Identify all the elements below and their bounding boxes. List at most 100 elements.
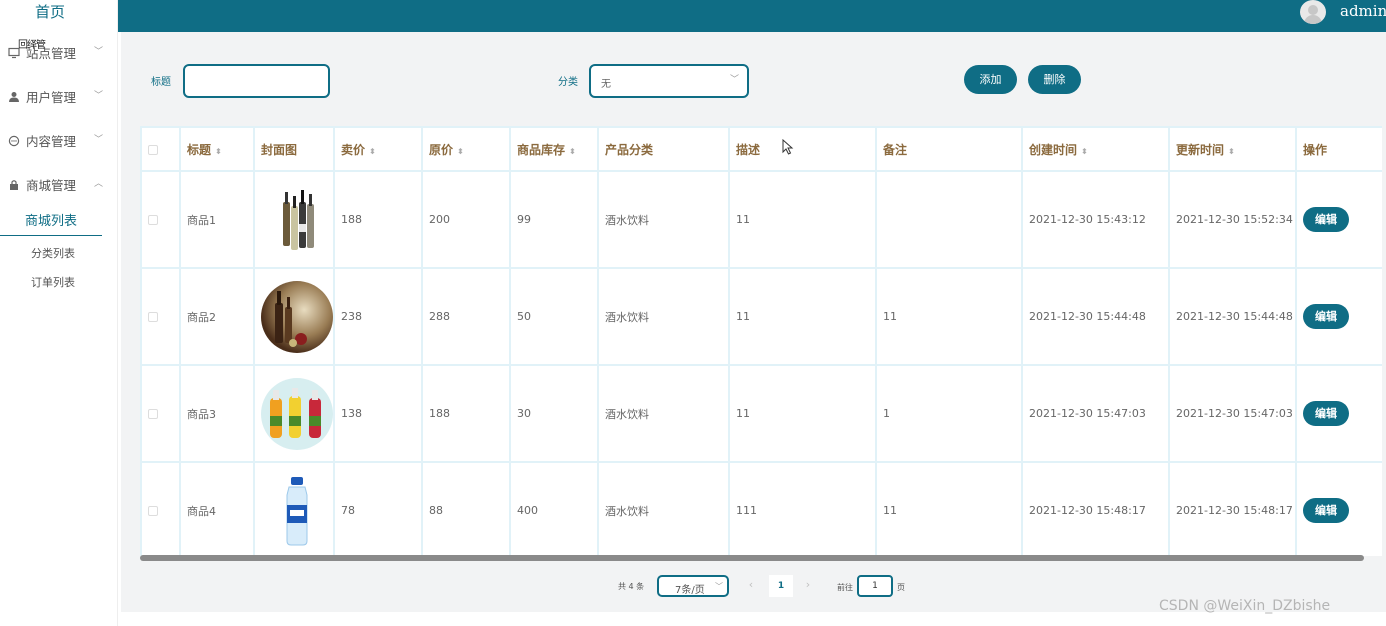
product-table: 标题 ⬍ 封面图 卖价 ⬍ 原价 ⬍ 商品库存 ⬍ 产品分类 描述 备注 创建时间 ⬍ 更… xyxy=(140,126,1382,556)
monitor-icon xyxy=(8,47,20,59)
cell-actions: 编辑 xyxy=(1295,170,1382,269)
home-link[interactable]: 首页 xyxy=(0,0,100,24)
cell-actions: 编辑 xyxy=(1295,364,1382,463)
watermark: CSDN @WeiXin_DZbishe xyxy=(1159,598,1331,614)
menu-label: 站点管理 xyxy=(26,46,77,61)
menu-content-management[interactable]: 内容管理 ﹀ xyxy=(0,130,118,154)
submenu-shop-list[interactable]: 商城列表 xyxy=(0,210,102,236)
chevron-up-icon: ︿ xyxy=(94,179,104,189)
cell-title: 商品2 xyxy=(179,267,255,366)
menu-shop-management[interactable]: 商城管理 ︿ xyxy=(0,174,118,198)
cell-stock: 30 xyxy=(509,364,599,463)
pagination-total: 共 4 条 xyxy=(618,582,645,591)
cell-note: 1 xyxy=(875,364,1023,463)
cell-note: 11 xyxy=(875,267,1023,366)
col-header-original[interactable]: 原价 ⬍ xyxy=(421,126,511,172)
col-header-stock[interactable]: 商品库存 ⬍ xyxy=(509,126,599,172)
wine-bottles-image xyxy=(261,183,333,256)
page-number-current[interactable]: 1 xyxy=(769,575,793,597)
sort-icon[interactable]: ⬍ xyxy=(215,147,222,156)
table-row: 商品4 78 88 400 酒水饮料 111 11 2021-12-30 15:… xyxy=(140,461,1382,556)
col-header-created[interactable]: 创建时间 ⬍ xyxy=(1021,126,1170,172)
cell-created: 2021-12-30 15:44:48 xyxy=(1021,267,1170,366)
cell-actions: 编辑 xyxy=(1295,267,1382,366)
wine-painting-image xyxy=(261,280,333,353)
table-row: 商品2 238 288 50 酒水饮料 11 11 2021-12-30 15:… xyxy=(140,267,1382,366)
cell-price: 238 xyxy=(333,267,423,366)
table-row: 商品1 188 200 99 酒水饮料 11 2021-12-30 15:43:… xyxy=(140,170,1382,269)
water-bottle-image xyxy=(261,474,333,547)
cell-original: 200 xyxy=(421,170,511,269)
category-filter-label: 分类 xyxy=(558,77,578,88)
row-select-cell[interactable] xyxy=(140,364,181,463)
category-select-value: 无 xyxy=(601,79,611,90)
chevron-down-icon: ﹀ xyxy=(715,582,723,591)
col-header-price[interactable]: 卖价 ⬍ xyxy=(333,126,423,172)
sort-icon[interactable]: ⬍ xyxy=(457,147,464,156)
menu-site-management[interactable]: 站点管理 ﹀ xyxy=(0,42,118,66)
chat-icon xyxy=(8,135,20,147)
next-page-button[interactable]: › xyxy=(796,575,820,597)
goto-page-input[interactable]: 1 xyxy=(857,575,893,597)
cell-created: 2021-12-30 15:43:12 xyxy=(1021,170,1170,269)
cell-cover xyxy=(253,364,335,463)
category-select[interactable]: 无 ﹀ xyxy=(589,64,749,98)
page-size-select[interactable]: 7条/页 ﹀ xyxy=(657,575,729,597)
cell-created: 2021-12-30 15:48:17 xyxy=(1021,461,1170,556)
col-header-title[interactable]: 标题 ⬍ xyxy=(179,126,255,172)
edit-button[interactable]: 编辑 xyxy=(1303,207,1349,232)
edit-button[interactable]: 编辑 xyxy=(1303,498,1349,523)
cell-original: 88 xyxy=(421,461,511,556)
col-header-desc: 描述 xyxy=(728,126,877,172)
row-checkbox[interactable] xyxy=(148,312,158,322)
cell-desc: 11 xyxy=(728,364,877,463)
cell-original: 188 xyxy=(421,364,511,463)
row-select-cell[interactable] xyxy=(140,461,181,556)
cell-original: 288 xyxy=(421,267,511,366)
row-checkbox[interactable] xyxy=(148,506,158,516)
submenu-order-list[interactable]: 订单列表 xyxy=(0,274,106,290)
prev-page-button[interactable]: ‹ xyxy=(739,575,763,597)
sidebar: 首页 回绎管 站点管理 ﹀ 用户管理 ﹀ 内容管理 ﹀ 商城管理 ︿ 商城列表 … xyxy=(0,0,118,626)
chevron-down-icon: ﹀ xyxy=(94,135,104,145)
row-checkbox[interactable] xyxy=(148,215,158,225)
sort-icon[interactable]: ⬍ xyxy=(1228,147,1235,156)
edit-button[interactable]: 编辑 xyxy=(1303,304,1349,329)
row-select-cell[interactable] xyxy=(140,267,181,366)
select-all-checkbox[interactable] xyxy=(148,144,158,155)
col-header-cover: 封面图 xyxy=(253,126,335,172)
col-header-note: 备注 xyxy=(875,126,1023,172)
col-header-updated[interactable]: 更新时间 ⬍ xyxy=(1168,126,1297,172)
cell-stock: 99 xyxy=(509,170,599,269)
cell-category: 酒水饮料 xyxy=(597,364,730,463)
table-header-row: 标题 ⬍ 封面图 卖价 ⬍ 原价 ⬍ 商品库存 ⬍ 产品分类 描述 备注 创建时间 ⬍ 更… xyxy=(140,126,1382,172)
row-checkbox[interactable] xyxy=(148,409,158,419)
username[interactable]: admin xyxy=(1340,2,1386,20)
cell-desc: 111 xyxy=(728,461,877,556)
cell-desc: 11 xyxy=(728,170,877,269)
title-input[interactable] xyxy=(183,64,330,98)
avatar[interactable] xyxy=(1300,0,1326,24)
mouse-cursor-icon xyxy=(782,139,794,155)
submenu-category-list[interactable]: 分类列表 xyxy=(0,245,106,261)
table-row: 商品3 138 188 30 酒水饮料 11 1 2021-12-30 15:4… xyxy=(140,364,1382,463)
cell-updated: 2021-12-30 15:47:03 xyxy=(1168,364,1297,463)
cell-actions: 编辑 xyxy=(1295,461,1382,556)
sort-icon[interactable]: ⬍ xyxy=(369,147,376,156)
cell-price: 138 xyxy=(333,364,423,463)
menu-label: 内容管理 xyxy=(26,134,77,149)
select-all-cell[interactable] xyxy=(140,126,181,172)
edit-button[interactable]: 编辑 xyxy=(1303,401,1349,426)
chevron-down-icon: ﹀ xyxy=(94,91,104,101)
horizontal-scrollbar[interactable] xyxy=(140,555,1364,561)
sort-icon[interactable]: ⬍ xyxy=(1081,147,1088,156)
cell-note: 11 xyxy=(875,461,1023,556)
chevron-down-icon: ﹀ xyxy=(94,47,104,57)
sort-icon[interactable]: ⬍ xyxy=(569,147,576,156)
add-button[interactable]: 添加 xyxy=(964,65,1017,94)
menu-user-management[interactable]: 用户管理 ﹀ xyxy=(0,86,118,110)
row-select-cell[interactable] xyxy=(140,170,181,269)
delete-button[interactable]: 删除 xyxy=(1028,65,1081,94)
juice-bottles-image xyxy=(261,377,333,450)
cell-title: 商品1 xyxy=(179,170,255,269)
